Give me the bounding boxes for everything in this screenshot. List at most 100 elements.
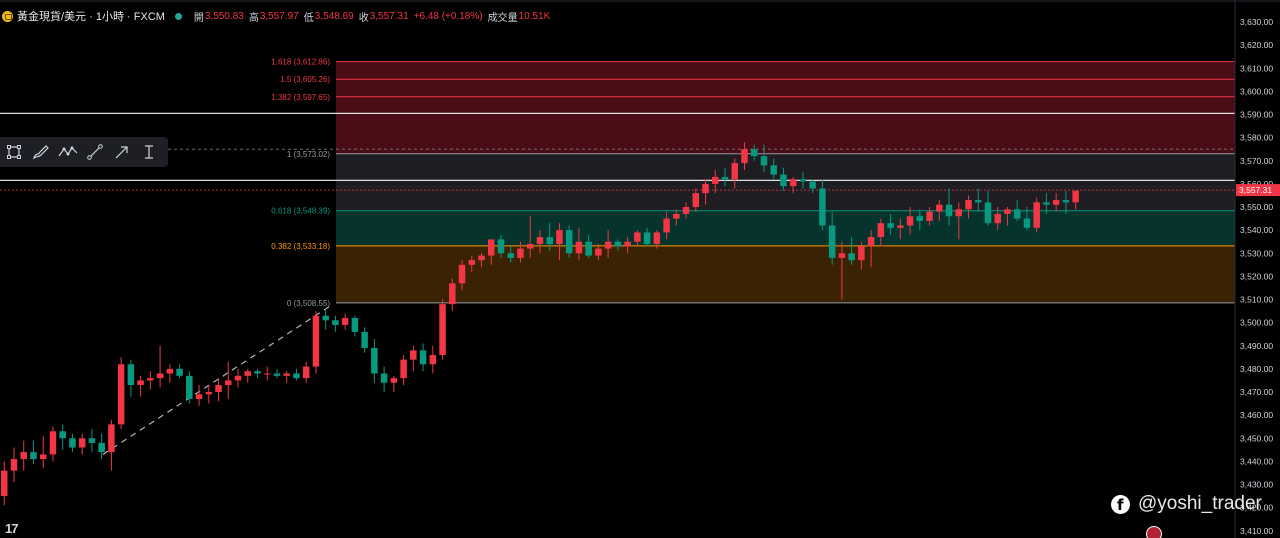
price-axis-label: 3,590.00 [1240, 110, 1273, 120]
gold-coin-icon [2, 10, 13, 22]
candle [410, 345, 417, 372]
price-axis-label: 3,490.00 [1240, 341, 1273, 351]
trading-chart[interactable]: 1.618 (3,612.86) 1.5 (3,605.26) 1.382 (3,5… [0, 0, 1280, 538]
market-status-icon [174, 12, 182, 20]
text-cursor-tool-icon[interactable] [135, 137, 162, 167]
candle [205, 385, 213, 404]
price-axis-label: 3,520.00 [1240, 271, 1273, 281]
fib-zone [336, 210, 1235, 246]
fib-zone [336, 79, 1235, 97]
candle [69, 433, 76, 453]
fib-zone [336, 96, 1235, 154]
price-axis-label: 3,500.00 [1240, 318, 1273, 328]
trend-line[interactable] [102, 303, 334, 455]
symbol-title[interactable]: 黃金現貨/美元 · 1小時 · FXCM [17, 8, 165, 24]
candle [390, 375, 398, 392]
candle [312, 311, 320, 374]
flag-icon[interactable] [1146, 526, 1162, 538]
fib-level-label: 0.618 (3,548.39) [271, 207, 330, 216]
candle [1033, 197, 1040, 233]
tradingview-logo[interactable]: 17 [5, 521, 19, 536]
candle [225, 361, 232, 399]
high-label: 高 [248, 12, 259, 24]
low-label: 低 [303, 12, 314, 24]
candle [439, 299, 446, 360]
fib-level-label: 1 (3,573.02) [287, 150, 330, 159]
facebook-icon [1111, 494, 1130, 514]
price-axis-label: 3,480.00 [1240, 364, 1273, 374]
price-axis-label: 3,440.00 [1240, 456, 1273, 466]
price-axis-label: 3,460.00 [1240, 410, 1273, 420]
path-tool-icon[interactable] [54, 137, 81, 167]
price-axis-label: 3,450.00 [1240, 433, 1273, 443]
candle [98, 433, 105, 460]
rectangle-tool-icon[interactable] [0, 137, 27, 167]
fib-level-label: 0.382 (3,533.18) [271, 242, 330, 251]
candle [88, 429, 96, 453]
candle [176, 364, 183, 379]
price-axis-label: 3,410.00 [1240, 526, 1273, 536]
candle [127, 359, 135, 397]
fib-zone [336, 61, 1235, 80]
price-axis-label: 3,600.00 [1240, 86, 1273, 96]
price-axis-label: 3,430.00 [1240, 480, 1273, 490]
candle [20, 440, 27, 471]
fib-level-label: 1.382 (3,597.65) [271, 93, 330, 102]
arrow-tool-icon[interactable] [108, 137, 135, 167]
high-value: 3,557.97 [259, 10, 299, 22]
brush-tool-icon[interactable] [27, 137, 54, 167]
candle [108, 419, 115, 471]
low-value: 3,548.69 [314, 10, 354, 22]
candle [565, 225, 573, 258]
fib-level-label: 0 (3,508.55) [287, 299, 330, 308]
price-axis-label: 3,530.00 [1240, 248, 1273, 258]
candle [419, 343, 427, 372]
candle [263, 366, 271, 381]
candle [215, 378, 222, 402]
fib-level-label: 1.618 (3,612.86) [271, 58, 330, 67]
candle [341, 313, 349, 330]
price-axis-label: 3,470.00 [1240, 387, 1273, 397]
price-axis-label: 3,550.00 [1240, 202, 1273, 212]
close-value: 3,557.31 [369, 10, 409, 22]
candle [10, 447, 18, 483]
candle [380, 366, 388, 392]
trend-line-tool-icon[interactable] [81, 137, 108, 167]
candle [137, 375, 144, 397]
open-label: 開 [193, 12, 204, 24]
candle [429, 345, 437, 374]
candle [49, 426, 57, 462]
candle [30, 440, 37, 464]
volume-label: 成交量 [487, 12, 518, 24]
candle [234, 368, 242, 388]
fib-level-label: 1.5 (3,605.26) [280, 75, 330, 84]
close-label: 收 [358, 12, 369, 24]
watermark: @yoshi_trader [1111, 493, 1262, 515]
candle [1, 461, 8, 506]
candle [147, 371, 154, 390]
candle [332, 315, 339, 332]
candle [166, 364, 174, 383]
price-axis-label: 3,610.00 [1240, 63, 1273, 73]
candlestick-chart[interactable]: 1.618 (3,612.86) 1.5 (3,605.26) 1.382 (3,5… [0, 0, 1280, 538]
price-axis-label: 3,620.00 [1240, 40, 1273, 50]
price-axis-label: 3,630.00 [1240, 17, 1273, 27]
symbol-header: 黃金現貨/美元 · 1小時 · FXCM 開 3,550.83 高 3,557.97… [0, 6, 555, 26]
candle [302, 361, 310, 383]
open-value: 3,550.83 [204, 10, 244, 22]
candle [371, 338, 378, 383]
candle [156, 345, 164, 388]
price-axis-label: 3,540.00 [1240, 225, 1273, 235]
candle [244, 368, 251, 383]
candle [59, 424, 66, 450]
volume-value: 10.51K [518, 10, 551, 22]
change-value: +6.48 (+0.18%) [413, 10, 483, 22]
price-axis-label: 3,570.00 [1240, 156, 1273, 166]
candle [449, 278, 456, 312]
candle [351, 315, 359, 337]
current-price-label: 3,557.31 [1239, 185, 1272, 195]
candle [186, 371, 193, 404]
fib-zone [336, 245, 1235, 303]
candle [195, 385, 203, 406]
watermark-text: @yoshi_trader [1138, 493, 1262, 514]
